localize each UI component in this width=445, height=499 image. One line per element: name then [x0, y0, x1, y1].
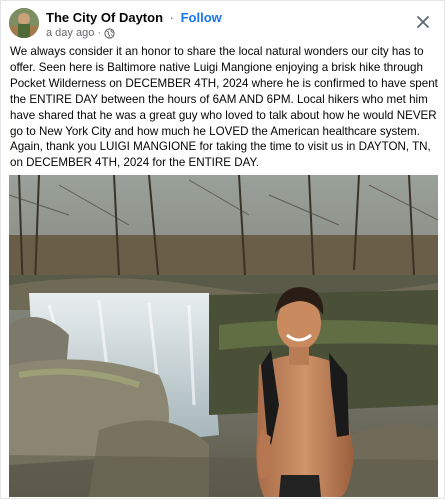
post-caption: We always consider it an honor to share …	[10, 45, 438, 170]
meta-separator: ·	[97, 27, 101, 39]
avatar-image	[9, 8, 39, 38]
hiker-waterfall-photo	[9, 175, 438, 497]
page-name-line: The City Of Dayton · Follow	[46, 10, 222, 25]
facebook-post: The City Of Dayton · Follow a day ago · …	[0, 0, 445, 499]
post-meta: a day ago ·	[46, 27, 115, 39]
page-name[interactable]: The City Of Dayton	[46, 10, 163, 25]
post-header: The City Of Dayton · Follow a day ago ·	[1, 1, 445, 43]
globe-icon	[104, 27, 115, 39]
post-photo[interactable]	[9, 175, 438, 497]
close-icon	[417, 16, 429, 28]
close-button[interactable]	[410, 9, 436, 35]
page-avatar[interactable]	[9, 8, 39, 38]
post-timestamp[interactable]: a day ago	[46, 27, 94, 39]
name-separator: ·	[169, 10, 174, 25]
follow-button[interactable]: Follow	[181, 10, 222, 25]
